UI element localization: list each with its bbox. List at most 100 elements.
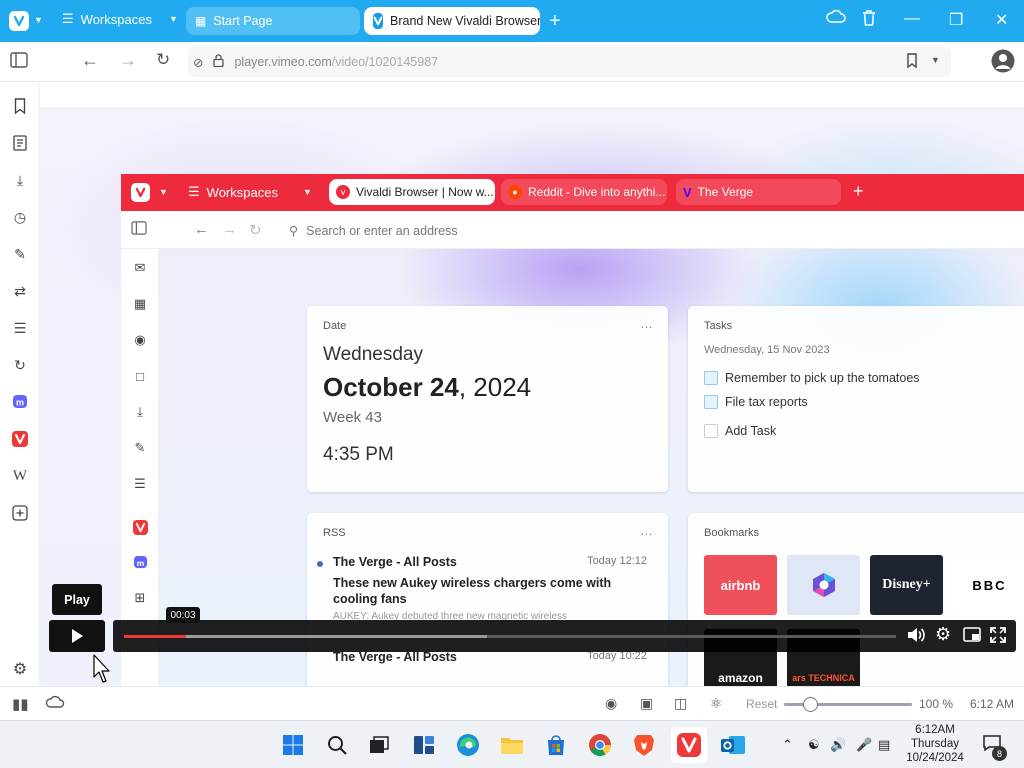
vivaldi-taskbar-icon[interactable] [671,727,707,763]
progress-bar[interactable] [124,635,896,638]
volume-icon[interactable] [907,627,925,647]
forward-button[interactable]: → [119,50,137,71]
chevron-down-icon: ▼ [303,187,312,197]
brave-icon[interactable] [629,730,659,760]
task-view-icon[interactable] [364,730,394,760]
sync-icon[interactable]: ↻ [10,355,30,375]
task-label: Remember to pick up the tomatoes [725,371,920,385]
verge-icon: V [683,184,692,200]
downloads-icon: ⤓ [137,404,143,419]
profile-avatar[interactable] [991,49,1015,78]
window-panel-icon[interactable]: ☰ [10,318,30,338]
windows-taskbar: ⌃ ☯ 🔊 🎤 ▤ 6:12AM Thursday 10/24/2024 8 [0,720,1024,768]
bookmark-label: amazon [718,671,763,685]
svg-text:m: m [136,557,144,567]
video-frame[interactable]: ▼ ☰ Workspaces ▼ v Vivaldi Browser | Now… [40,107,1024,686]
bookmarks-panel-icon[interactable] [10,96,30,116]
windows-start-icon[interactable] [278,730,308,760]
zoom-slider[interactable] [784,697,912,712]
clock-day: Thursday [911,738,959,750]
network-icon[interactable]: ▤ [878,737,890,753]
vivaldi-web-panel-icon[interactable] [10,429,30,449]
taskbar-clock[interactable]: 6:12AM Thursday 10/24/2024 [898,723,972,765]
grid-icon: ▦ [195,14,207,28]
current-time-tooltip: 00:03 [166,607,200,623]
url-host: player.vimeo.com [234,55,332,69]
settings-gear-icon[interactable]: ⚙ [935,624,951,645]
reload-button[interactable]: ↻ [156,50,170,70]
mastodon-icon[interactable]: m [10,392,30,412]
outlook-icon[interactable] [718,730,748,760]
date-weekday: Wednesday [323,344,423,365]
tracker-blocker-icon[interactable]: ⊘ [193,55,203,70]
page-filter-icon[interactable]: ⚛ [710,695,723,712]
bookmark-label: airbnb [720,577,761,593]
tab-bar: ▼ ☰ Workspaces ▼ ▦ Start Page Brand New … [0,0,1024,42]
fullscreen-icon[interactable] [990,627,1006,647]
date-week: Week 43 [323,409,382,426]
vivaldi-menu-icon[interactable] [9,11,29,31]
maximize-button[interactable]: ❐ [949,10,963,30]
play-tooltip: Play [52,584,102,615]
search-icon[interactable] [322,730,352,760]
wikipedia-icon[interactable]: W [10,466,30,486]
task-checkbox [704,424,718,438]
video-control-bar: ⚙ [113,620,1016,652]
settings-gear-icon[interactable]: ⚙ [10,659,30,679]
volume-icon[interactable]: 🔊 [830,737,846,753]
cloud-icon[interactable] [826,9,846,29]
search-icon: ⚲ [289,224,299,238]
chrome-icon[interactable] [585,730,615,760]
url-field[interactable]: ⊘ player.vimeo.com/video/1020145987 [188,47,951,77]
page-actions-icon[interactable]: ▣ [640,695,653,712]
store-icon[interactable] [541,730,571,760]
progress-fill [124,635,186,638]
zoom-slider-thumb[interactable] [802,697,818,712]
lock-icon[interactable] [213,54,225,70]
play-button[interactable] [49,620,105,652]
notes-icon[interactable]: ✎ [10,244,30,264]
side-panel: ⤓ ◷ ✎ ⇄ ☰ ↻ m W ⚙ [0,82,40,686]
widgets-icon[interactable] [409,730,439,760]
edge-icon[interactable] [453,730,483,760]
translate-icon[interactable]: ⇄ [10,281,30,301]
video-tab-verge: V The Verge [676,179,841,205]
minimize-button[interactable]: — [904,10,920,28]
add-web-panel-icon[interactable] [10,503,30,523]
workspaces-button[interactable]: ☰ Workspaces ▼ [62,11,178,27]
video-tab-bar: ▼ ☰ Workspaces ▼ v Vivaldi Browser | Now… [121,174,1024,211]
date-main: October 24, 2024 [323,372,531,403]
reading-list-icon[interactable] [10,133,30,153]
picture-in-picture-icon[interactable] [963,627,981,646]
downloads-icon[interactable]: ⤓ [10,170,30,190]
reload-icon: ↻ [249,222,262,239]
chevron-down-icon[interactable]: ▼ [931,55,940,65]
zoom-reset-button[interactable]: Reset [746,697,777,711]
date-widget-title: Date [323,320,347,332]
microphone-icon[interactable]: 🎤 [856,737,872,753]
close-button[interactable]: ✕ [995,10,1008,30]
chevron-up-icon[interactable]: ⌃ [782,737,793,753]
video-search-field: ⚲ Search or enter an address [281,217,1021,244]
task-checkbox [704,371,718,385]
tab-brand-new-vivaldi[interactable]: Brand New Vivaldi Browser [364,7,540,35]
status-clock: 6:12 AM [970,697,1015,711]
tiling-icon[interactable]: ◫ [674,695,687,712]
vpn-icon[interactable]: ☯ [808,737,820,753]
chevron-down-icon[interactable]: ▼ [34,15,43,25]
new-tab-button[interactable]: + [549,10,561,33]
layers-icon: ☰ [188,184,200,199]
sync-cloud-icon[interactable] [45,695,65,712]
bookmark-icon[interactable] [906,53,918,73]
trash-icon[interactable] [861,9,877,31]
panel-toggle-icon[interactable] [10,52,28,73]
history-icon[interactable]: ◷ [10,207,30,227]
video-address-bar: ← → ↻ ⚲ Search or enter an address [121,211,1024,249]
mouse-cursor-icon [93,654,110,683]
panel-toggle-icon[interactable]: ▮▮ [12,695,29,713]
file-explorer-icon[interactable] [497,730,527,760]
tab-start-page[interactable]: ▦ Start Page [186,7,360,35]
capture-icon[interactable]: ◉ [605,695,617,712]
tab-label: Vivaldi Browser | Now w... [356,185,494,199]
back-button[interactable]: ← [81,50,99,71]
